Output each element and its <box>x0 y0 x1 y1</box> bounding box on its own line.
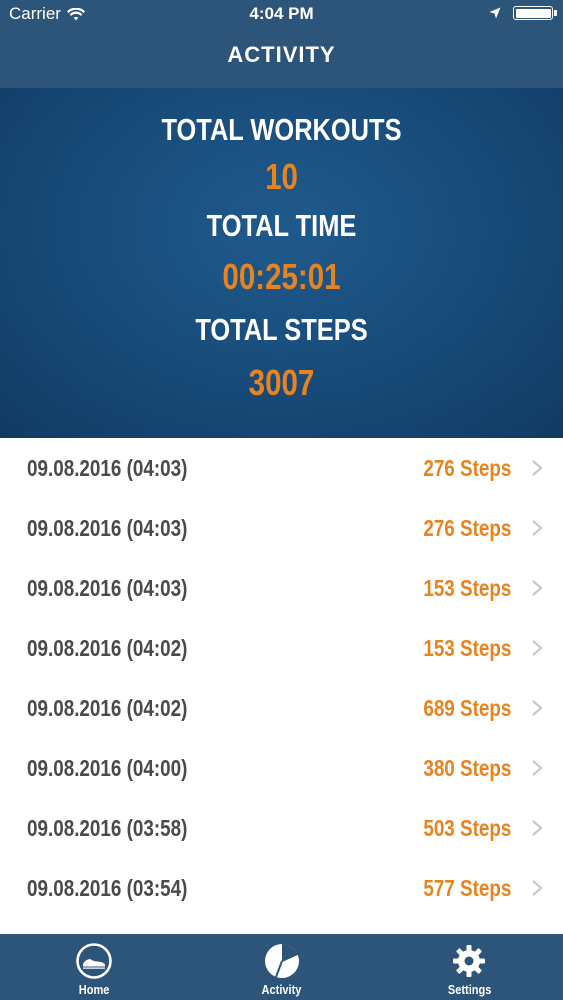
workout-row[interactable]: 09.08.2016 (03:58) 503 Steps <box>0 798 563 858</box>
chevron-right-icon <box>532 880 543 896</box>
location-arrow-icon <box>489 7 501 19</box>
workout-date: 09.08.2016 (03:54) <box>27 874 188 901</box>
tab-settings[interactable]: Settings <box>375 934 563 1000</box>
workout-date: 09.08.2016 (04:00) <box>27 754 188 781</box>
workout-date: 09.08.2016 (04:03) <box>27 574 188 601</box>
activity-summary: TOTAL WORKOUTS 10 TOTAL TIME 00:25:01 TO… <box>0 88 563 438</box>
total-steps-label: TOTAL STEPS <box>195 312 368 347</box>
workout-row[interactable]: 09.08.2016 (04:03) 276 Steps <box>0 438 563 498</box>
workout-steps: 153 Steps <box>422 574 511 601</box>
workout-row[interactable]: 09.08.2016 (04:02) 689 Steps <box>0 678 563 738</box>
workout-steps: 503 Steps <box>422 814 511 841</box>
total-workouts-value: 10 <box>265 156 298 197</box>
chevron-right-icon <box>532 640 543 656</box>
battery-tip <box>554 10 557 16</box>
workout-row[interactable]: 09.08.2016 (04:02) 153 Steps <box>0 618 563 678</box>
total-workouts-label: TOTAL WORKOUTS <box>161 112 402 147</box>
workout-steps: 577 Steps <box>422 874 511 901</box>
status-bar: Carrier 4:04 PM <box>0 0 563 30</box>
tab-activity[interactable]: Activity <box>188 934 376 1000</box>
tab-home[interactable]: Home <box>0 934 188 1000</box>
workout-steps: 153 Steps <box>422 634 511 661</box>
workout-steps: 276 Steps <box>422 454 511 481</box>
chevron-right-icon <box>532 700 543 716</box>
app-screen: Carrier 4:04 PM ACTIVITY TOTAL WORKOUTS … <box>0 0 563 1000</box>
total-time-value: 00:25:01 <box>222 256 341 297</box>
chevron-right-icon <box>532 760 543 776</box>
total-steps-value: 3007 <box>248 362 315 403</box>
tab-bar: Home Activity Settings <box>0 934 563 1000</box>
nav-title: ACTIVITY <box>227 42 336 67</box>
workout-row[interactable]: 09.08.2016 (04:00) 380 Steps <box>0 738 563 798</box>
workout-steps: 276 Steps <box>422 514 511 541</box>
pie-chart-icon <box>264 944 299 978</box>
workout-date: 09.08.2016 (04:03) <box>27 454 188 481</box>
shoe-icon <box>76 943 112 979</box>
total-time-label: TOTAL TIME <box>206 208 357 243</box>
workout-date: 09.08.2016 (03:58) <box>27 814 188 841</box>
chevron-right-icon <box>532 460 543 476</box>
workout-list: 09.08.2016 (04:03) 276 Steps 09.08.2016 … <box>0 438 563 934</box>
tab-activity-label: Activity <box>261 982 302 997</box>
gear-icon <box>453 945 486 977</box>
workout-row[interactable]: 09.08.2016 (03:54) 577 Steps <box>0 858 563 918</box>
tab-settings-label: Settings <box>447 982 491 997</box>
battery-icon <box>513 6 557 20</box>
status-right-group <box>489 6 557 20</box>
chevron-right-icon <box>532 580 543 596</box>
workout-date: 09.08.2016 (04:02) <box>27 694 188 721</box>
workout-steps: 380 Steps <box>422 754 511 781</box>
workout-steps: 689 Steps <box>422 694 511 721</box>
status-time: 4:04 PM <box>249 4 314 23</box>
chevron-right-icon <box>532 820 543 836</box>
workout-row[interactable]: 09.08.2016 (04:03) 276 Steps <box>0 498 563 558</box>
top-bar: Carrier 4:04 PM ACTIVITY <box>0 0 563 88</box>
workout-row[interactable]: 09.08.2016 (04:03) 153 Steps <box>0 558 563 618</box>
chevron-right-icon <box>532 520 543 536</box>
battery-fill <box>515 8 551 18</box>
tab-home-label: Home <box>78 982 110 997</box>
workout-date: 09.08.2016 (04:03) <box>27 514 188 541</box>
workout-date: 09.08.2016 (04:02) <box>27 634 188 661</box>
